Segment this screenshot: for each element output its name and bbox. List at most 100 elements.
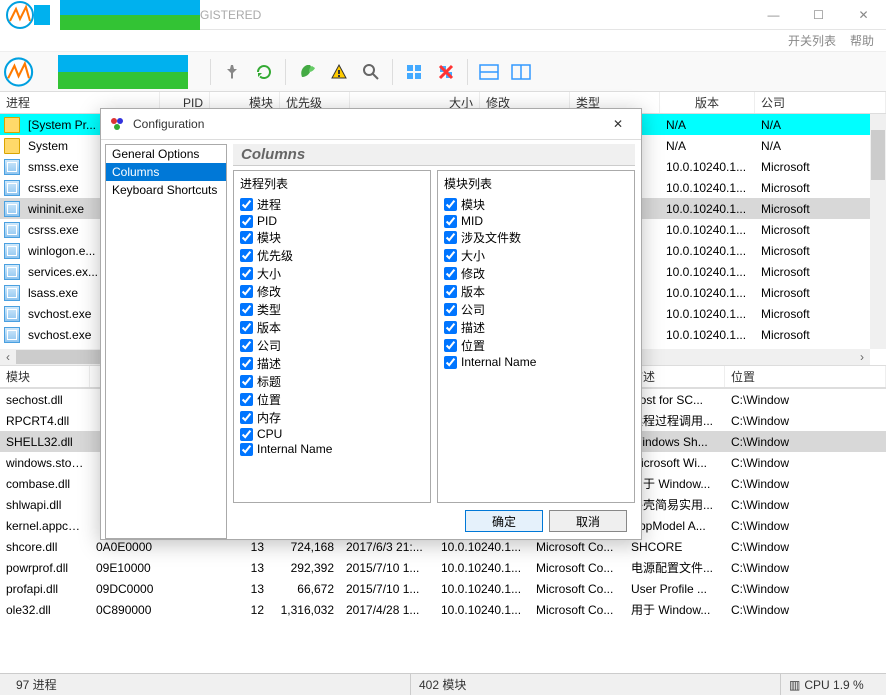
module-loc: C:\Window	[725, 582, 886, 596]
module-name: ole32.dll	[0, 603, 90, 617]
module-col-check[interactable]: 模块	[444, 196, 628, 213]
module-col-check[interactable]: 版本	[444, 283, 628, 300]
checkbox[interactable]	[240, 357, 253, 370]
checkbox[interactable]	[444, 231, 457, 244]
module-co: Microsoft Co...	[530, 561, 625, 575]
ok-button[interactable]: 确定	[465, 510, 543, 532]
module-row[interactable]: powrprof.dll09E1000013292,3922015/7/10 1…	[0, 557, 886, 578]
split-h-icon[interactable]	[474, 57, 504, 87]
process-col-check[interactable]: Internal Name	[240, 442, 424, 456]
v-scrollbar[interactable]	[870, 114, 886, 349]
module-col-check[interactable]: Internal Name	[444, 355, 628, 369]
process-col-check[interactable]: 进程	[240, 196, 424, 213]
process-col-check[interactable]: PID	[240, 214, 424, 228]
checkbox[interactable]	[240, 443, 253, 456]
checkbox[interactable]	[240, 249, 253, 262]
check-label: 修改	[461, 265, 485, 282]
maximize-button[interactable]: ☐	[796, 0, 841, 30]
process-col-check[interactable]: 类型	[240, 301, 424, 318]
check-label: CPU	[257, 427, 282, 441]
checkbox[interactable]	[444, 215, 457, 228]
module-co: Microsoft Co...	[530, 582, 625, 596]
checkbox[interactable]	[444, 198, 457, 211]
process-col-check[interactable]: 大小	[240, 265, 424, 282]
module-name: kernel.appcor...	[0, 519, 90, 533]
leaf-icon[interactable]	[292, 57, 322, 87]
checkbox[interactable]	[240, 393, 253, 406]
window-title: GISTERED	[200, 8, 751, 22]
col-company[interactable]: 公司	[755, 92, 886, 113]
module-date: 2015/7/10 1...	[340, 582, 435, 596]
process-col-check[interactable]: 修改	[240, 283, 424, 300]
module-row[interactable]: ole32.dll0C890000121,316,0322017/4/28 1.…	[0, 599, 886, 620]
checkbox[interactable]	[240, 215, 253, 228]
sidebar-item-shortcuts[interactable]: Keyboard Shortcuts	[106, 181, 226, 199]
module-col-check[interactable]: 涉及文件数	[444, 229, 628, 246]
menu-help[interactable]: 帮助	[850, 32, 874, 49]
process-col-check[interactable]: 位置	[240, 391, 424, 408]
module-col-check[interactable]: 位置	[444, 337, 628, 354]
process-col-check[interactable]: 标题	[240, 373, 424, 390]
checkbox[interactable]	[240, 428, 253, 441]
module-loc: C:\Window	[725, 435, 886, 449]
process-col-check[interactable]: 描述	[240, 355, 424, 372]
refresh-icon[interactable]	[249, 57, 279, 87]
pin-icon[interactable]	[217, 57, 247, 87]
warning-icon[interactable]	[324, 57, 354, 87]
mcol-module[interactable]: 模块	[0, 366, 90, 387]
close-button[interactable]: ✕	[841, 0, 886, 30]
checkbox[interactable]	[240, 267, 253, 280]
checkbox[interactable]	[240, 339, 253, 352]
checkbox[interactable]	[444, 321, 457, 334]
module-row[interactable]: profapi.dll09DC00001366,6722015/7/10 1..…	[0, 578, 886, 599]
exe-icon	[4, 180, 20, 196]
toolbar-logo	[4, 52, 204, 92]
checkbox[interactable]	[240, 411, 253, 424]
process-company: Microsoft	[755, 244, 886, 258]
checkbox[interactable]	[444, 249, 457, 262]
statusbar: 97 进程 402 模块 ▥CPU 1.9 %	[0, 673, 886, 695]
checkbox[interactable]	[240, 198, 253, 211]
sidebar-item-columns[interactable]: Columns	[106, 163, 226, 181]
process-col-check[interactable]: 公司	[240, 337, 424, 354]
checkbox[interactable]	[444, 339, 457, 352]
check-label: 模块	[461, 196, 485, 213]
dialog-close-button[interactable]: ✕	[603, 112, 633, 136]
checkbox[interactable]	[444, 356, 457, 369]
checkbox[interactable]	[240, 321, 253, 334]
process-col-check[interactable]: 优先级	[240, 247, 424, 264]
checkbox[interactable]	[240, 303, 253, 316]
search-icon[interactable]	[356, 57, 386, 87]
col-version[interactable]: 版本	[660, 92, 755, 113]
sidebar-item-general[interactable]: General Options	[106, 145, 226, 163]
cubes-icon[interactable]	[399, 57, 429, 87]
process-version: 10.0.10240.1...	[660, 328, 755, 342]
module-col-check[interactable]: 描述	[444, 319, 628, 336]
app-logo	[0, 0, 60, 30]
checkbox[interactable]	[240, 231, 253, 244]
module-col-check[interactable]: 公司	[444, 301, 628, 318]
module-col-check[interactable]: MID	[444, 214, 628, 228]
cancel-button[interactable]: 取消	[549, 510, 627, 532]
checkbox[interactable]	[240, 285, 253, 298]
dialog-title: Configuration	[133, 117, 603, 131]
process-col-check[interactable]: 模块	[240, 229, 424, 246]
checkbox[interactable]	[444, 303, 457, 316]
split-v-icon[interactable]	[506, 57, 536, 87]
process-col-check[interactable]: 内存	[240, 409, 424, 426]
menu-switch-list[interactable]: 开关列表	[788, 32, 836, 49]
module-col-check[interactable]: 修改	[444, 265, 628, 282]
module-col-check[interactable]: 大小	[444, 247, 628, 264]
folder-icon	[4, 117, 20, 133]
process-version: 10.0.10240.1...	[660, 202, 755, 216]
checkbox[interactable]	[444, 285, 457, 298]
module-loc: C:\Window	[725, 603, 886, 617]
process-col-check[interactable]: CPU	[240, 427, 424, 441]
minimize-button[interactable]: —	[751, 0, 796, 30]
mcol-loc[interactable]: 位置	[725, 366, 886, 387]
process-col-check[interactable]: 版本	[240, 319, 424, 336]
checkbox[interactable]	[240, 375, 253, 388]
banner	[60, 0, 200, 30]
delete-icon[interactable]	[431, 57, 461, 87]
checkbox[interactable]	[444, 267, 457, 280]
